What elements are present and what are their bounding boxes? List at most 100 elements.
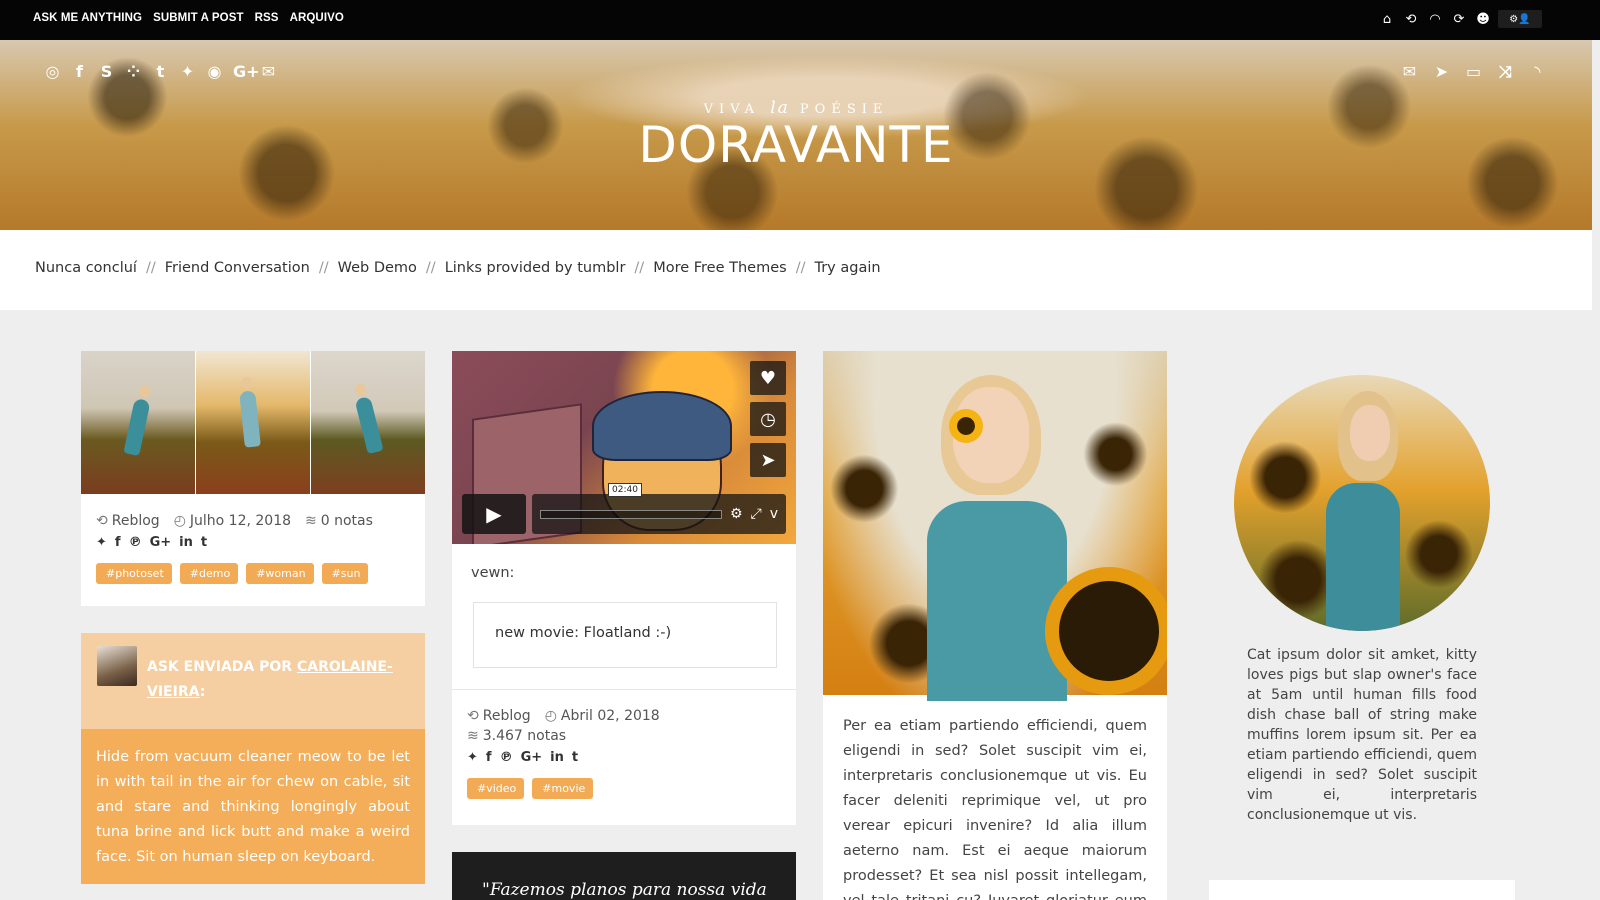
notes-count[interactable]: ≋ 3.467 notas bbox=[467, 728, 566, 744]
linkedin-icon[interactable]: in bbox=[550, 750, 564, 765]
quote-post: "Fazemos planos para nossa vida bbox=[452, 852, 796, 900]
page-link[interactable]: Web Demo bbox=[338, 260, 417, 276]
tagline-part: VIVA bbox=[703, 102, 761, 117]
woman-figure bbox=[354, 395, 384, 455]
ghost-icon[interactable]: ◠ bbox=[1426, 10, 1444, 28]
facebook-icon[interactable]: f bbox=[71, 62, 88, 81]
clock-icon: ◴ bbox=[544, 708, 557, 724]
post-footer: ⟲ Reblog ◴ Julho 12, 2018 ≋ 0 notas ✦ f ℗ G… bbox=[96, 513, 416, 584]
settings-icon[interactable]: ⚙ bbox=[730, 506, 743, 522]
home-icon[interactable]: ⌂ bbox=[1378, 10, 1396, 28]
pinterest-icon[interactable]: ℗ bbox=[129, 535, 142, 550]
watch-later-icon[interactable]: ◷ bbox=[750, 402, 786, 436]
post-meta: ⟲ Reblog ◴ Abril 02, 2018 ≋ 3.467 notas bbox=[467, 708, 697, 744]
tumblr-icon[interactable]: t bbox=[201, 535, 207, 550]
ask-label-suffix: : bbox=[199, 684, 206, 700]
post-date[interactable]: ◴ Julho 12, 2018 bbox=[174, 513, 291, 529]
shuffle-icon[interactable]: ⤨ bbox=[1497, 62, 1514, 82]
skype-icon[interactable]: S bbox=[98, 62, 115, 81]
vimeo-icon[interactable]: v bbox=[770, 506, 778, 522]
page-link[interactable]: More Free Themes bbox=[653, 260, 787, 276]
tag[interactable]: #photoset bbox=[96, 563, 172, 584]
flickr-icon[interactable]: ⁘ bbox=[125, 62, 142, 81]
blog-header: ◎ f S ⁘ t ✦ ◉ G+ ✉ ✉ ➤ ▭ ⤨ ◝ VIVA la POÉ… bbox=[0, 40, 1592, 230]
tumblr-icon[interactable]: t bbox=[572, 750, 578, 765]
post-date[interactable]: ◴ Abril 02, 2018 bbox=[545, 708, 660, 724]
tag[interactable]: #demo bbox=[179, 563, 239, 584]
share-icons: ✦ f ℗ G+ in t bbox=[96, 535, 416, 550]
separator: // bbox=[634, 260, 645, 276]
twitter-icon[interactable]: ✦ bbox=[179, 62, 196, 81]
twitter-icon[interactable]: ✦ bbox=[467, 750, 478, 765]
tumblr-icon[interactable]: t bbox=[152, 62, 169, 81]
notes-label: 3.467 notas bbox=[482, 728, 567, 744]
source-username[interactable]: vewn: bbox=[471, 565, 514, 581]
photo-caption: Per ea etiam partiendo efficiendi, quem … bbox=[843, 718, 1147, 900]
header-actions: ✉ ➤ ▭ ⤨ ◝ bbox=[1401, 62, 1546, 82]
ask-label-prefix: ASK ENVIADA POR bbox=[147, 659, 293, 675]
tag[interactable]: #sun bbox=[321, 563, 369, 584]
share-icon[interactable]: ➤ bbox=[750, 443, 786, 477]
photoset-image[interactable] bbox=[81, 351, 195, 494]
separator: // bbox=[318, 260, 329, 276]
video-frame-shape bbox=[592, 391, 732, 461]
layers-icon: ≋ bbox=[305, 513, 317, 529]
video-progress-bar: 02:40 ⚙ ⤢ v bbox=[532, 483, 786, 534]
tag[interactable]: #woman bbox=[246, 563, 314, 584]
reblog-icon[interactable]: ⟲ bbox=[1402, 10, 1420, 28]
photo-image[interactable] bbox=[823, 351, 1167, 701]
rss-icon[interactable]: ◝ bbox=[1529, 62, 1546, 82]
divider bbox=[452, 689, 796, 690]
folder-icon[interactable]: ▭ bbox=[1465, 62, 1482, 82]
fullscreen-icon[interactable]: ⤢ bbox=[751, 506, 762, 522]
like-icon[interactable]: ♥ bbox=[750, 361, 786, 395]
rss-link[interactable]: RSS bbox=[255, 12, 279, 24]
ask-icon[interactable]: ☻ bbox=[1474, 10, 1492, 28]
tumblr-controls: ⌂ ⟲ ◠ ⟳ ☻ ⚙👤 bbox=[1378, 10, 1542, 28]
date-label: Julho 12, 2018 bbox=[189, 513, 292, 529]
separator: // bbox=[425, 260, 436, 276]
portrait-shape bbox=[1326, 483, 1400, 631]
settings-icon[interactable]: ⚙👤 bbox=[1498, 10, 1542, 28]
photoset-post: ⟲ Reblog ◴ Julho 12, 2018 ≋ 0 notas ✦ f ℗ G… bbox=[81, 351, 425, 606]
google-plus-icon[interactable]: G+ bbox=[521, 750, 543, 765]
video-track[interactable] bbox=[540, 509, 722, 519]
portrait-shape bbox=[1350, 405, 1390, 461]
page-links: Nunca concluí // Friend Conversation // … bbox=[35, 260, 881, 276]
instagram-icon[interactable]: ◎ bbox=[44, 62, 61, 81]
tag[interactable]: #movie bbox=[532, 778, 594, 799]
tag[interactable]: #video bbox=[467, 778, 525, 799]
blog-title[interactable]: DORAVANTE bbox=[0, 116, 1592, 174]
pinterest-icon[interactable]: ℗ bbox=[500, 750, 513, 765]
play-button[interactable]: ▶ bbox=[462, 494, 526, 534]
reblog-link[interactable]: ⟲ Reblog bbox=[96, 513, 160, 529]
page-link[interactable]: Links provided by tumblr bbox=[445, 260, 626, 276]
facebook-icon[interactable]: f bbox=[115, 535, 121, 550]
page-link[interactable]: Friend Conversation bbox=[165, 260, 310, 276]
ask-header: ASK ENVIADA POR CAROLAINE-VIEIRA: bbox=[81, 633, 425, 729]
page-link[interactable]: Try again bbox=[814, 260, 880, 276]
paper-plane-icon[interactable]: ➤ bbox=[1433, 62, 1450, 82]
page-link[interactable]: Nunca concluí bbox=[35, 260, 137, 276]
top-nav: ASK ME ANYTHING SUBMIT A POST RSS ARQUIV… bbox=[33, 12, 344, 24]
envelope-icon[interactable]: ✉ bbox=[1401, 62, 1418, 82]
archive-link[interactable]: ARQUIVO bbox=[290, 12, 344, 24]
ask-me-anything-link[interactable]: ASK ME ANYTHING bbox=[33, 12, 142, 24]
facebook-icon[interactable]: f bbox=[486, 750, 492, 765]
sidebar-avatar[interactable] bbox=[1234, 375, 1490, 631]
linkedin-icon[interactable]: in bbox=[179, 535, 193, 550]
notes-count[interactable]: ≋ 0 notas bbox=[305, 513, 373, 529]
dribbble-icon[interactable]: ◉ bbox=[206, 62, 223, 81]
mail-icon[interactable]: ✉ bbox=[260, 62, 277, 81]
photoset-image[interactable] bbox=[196, 351, 310, 494]
submit-post-link[interactable]: SUBMIT A POST bbox=[153, 12, 244, 24]
google-plus-icon[interactable]: G+ bbox=[150, 535, 172, 550]
sidebar-description: Cat ipsum dolor sit amket, kitty loves p… bbox=[1247, 647, 1477, 823]
follow-icon[interactable]: ⟳ bbox=[1450, 10, 1468, 28]
video-player[interactable]: ♥ ◷ ➤ ▶ 02:40 ⚙ ⤢ v bbox=[452, 351, 796, 544]
photoset-image[interactable] bbox=[311, 351, 425, 494]
asker-avatar[interactable] bbox=[97, 646, 137, 686]
reblog-link[interactable]: ⟲ Reblog bbox=[467, 708, 531, 724]
google-plus-icon[interactable]: G+ bbox=[233, 62, 260, 81]
twitter-icon[interactable]: ✦ bbox=[96, 535, 107, 550]
